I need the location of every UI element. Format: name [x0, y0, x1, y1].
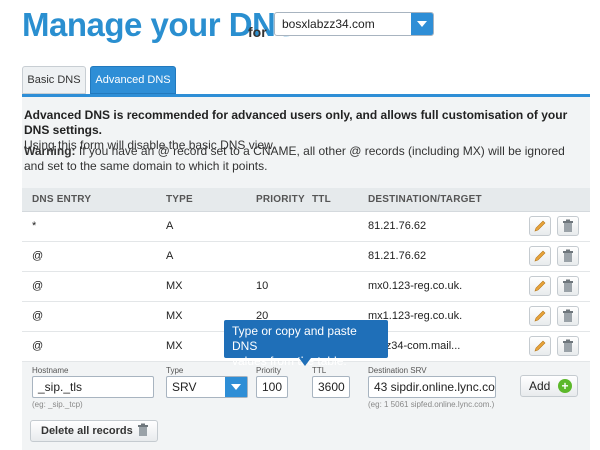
instruction-tooltip: Type or copy and paste DNS values from t… — [224, 320, 388, 368]
table-row: @ A 81.21.76.62 — [22, 242, 590, 272]
chevron-down-icon[interactable] — [411, 13, 433, 35]
type-select-value: SRV — [172, 380, 197, 394]
warning-text: Warning: If you have an @ record set to … — [24, 144, 584, 174]
domain-select[interactable]: bosxlabzz34.com — [274, 12, 434, 36]
edit-button[interactable] — [529, 276, 551, 296]
add-button-label: Add — [529, 379, 551, 393]
priority-input[interactable]: 100 — [256, 376, 288, 398]
cell-type: A — [166, 220, 174, 232]
pencil-icon — [534, 280, 546, 292]
tooltip-line-1: Type or copy and paste DNS — [232, 324, 357, 353]
type-label: Type — [166, 366, 184, 375]
cell-type: MX — [166, 280, 183, 292]
col-dns-entry: DNS ENTRY — [32, 194, 92, 205]
cell-type: MX — [166, 340, 183, 352]
delete-button[interactable] — [557, 336, 579, 356]
chevron-down-icon[interactable] — [225, 377, 247, 397]
pencil-icon — [534, 310, 546, 322]
col-destination: DESTINATION/TARGET — [368, 194, 482, 205]
cell-priority: 10 — [256, 280, 269, 292]
destination-hint: (eg: 1 5061 sipfed.online.lync.com.) — [368, 400, 495, 409]
plus-icon: + — [558, 379, 572, 393]
col-type: TYPE — [166, 194, 193, 205]
col-priority: PRIORITY — [256, 194, 305, 205]
pencil-icon — [534, 340, 546, 352]
delete-button[interactable] — [557, 276, 579, 296]
hostname-hint: (eg: _sip._tcp) — [32, 400, 83, 409]
tooltip-line-2: values from the table. — [232, 354, 347, 368]
hostname-label: Hostname — [32, 366, 69, 375]
type-select[interactable]: SRV — [166, 376, 248, 398]
edit-button[interactable] — [529, 216, 551, 236]
add-record-row: Hostname _sip._tls (eg: _sip._tcp) Type … — [22, 362, 590, 414]
trash-icon — [563, 309, 573, 322]
destination-label: Destination SRV — [368, 366, 427, 375]
delete-button[interactable] — [557, 216, 579, 236]
cell-entry: @ — [32, 310, 44, 322]
trash-icon — [136, 423, 150, 444]
for-label: for — [248, 24, 267, 40]
add-button[interactable]: Add + — [520, 375, 578, 397]
table-row: @ MX 10 mx0.123-reg.co.uk. — [22, 272, 590, 302]
destination-input[interactable]: 43 sipdir.online.lync.com. — [368, 376, 496, 398]
table-row: * A 81.21.76.62 — [22, 212, 590, 242]
trash-icon — [563, 249, 573, 262]
cell-entry: @ — [32, 280, 44, 292]
hostname-input[interactable]: _sip._tls — [32, 376, 154, 398]
ttl-input[interactable]: 3600 — [312, 376, 350, 398]
tab-basic-dns[interactable]: Basic DNS — [22, 66, 86, 94]
tab-advanced-dns[interactable]: Advanced DNS — [90, 66, 176, 94]
cell-entry: * — [32, 220, 37, 232]
delete-all-records-button[interactable]: Delete all records — [30, 420, 158, 442]
cell-destination: 81.21.76.62 — [368, 220, 427, 232]
cell-type: MX — [166, 310, 183, 322]
pencil-icon — [534, 220, 546, 232]
trash-icon — [563, 279, 573, 292]
cell-destination: mx0.123-reg.co.uk. — [368, 280, 463, 292]
edit-button[interactable] — [529, 336, 551, 356]
domain-select-value: bosxlabzz34.com — [282, 17, 375, 31]
trash-icon — [563, 339, 573, 352]
col-ttl: TTL — [312, 194, 331, 205]
delete-button[interactable] — [557, 306, 579, 326]
warning-label: Warning: — [24, 144, 76, 158]
pencil-icon — [534, 250, 546, 262]
delete-button[interactable] — [557, 246, 579, 266]
trash-icon — [563, 219, 573, 232]
tooltip-arrow — [299, 358, 311, 366]
delete-all-label: Delete all records — [41, 425, 133, 437]
intro-bold: Advanced DNS is recommended for advanced… — [24, 108, 568, 137]
warning-body: If you have an @ record set to a CNAME, … — [24, 144, 565, 173]
cell-entry: @ — [32, 340, 44, 352]
cell-entry: @ — [32, 250, 44, 262]
table-header: DNS ENTRY TYPE PRIORITY TTL DESTINATION/… — [22, 188, 590, 212]
cell-destination: 81.21.76.62 — [368, 250, 427, 262]
edit-button[interactable] — [529, 246, 551, 266]
edit-button[interactable] — [529, 306, 551, 326]
cell-type: A — [166, 250, 174, 262]
